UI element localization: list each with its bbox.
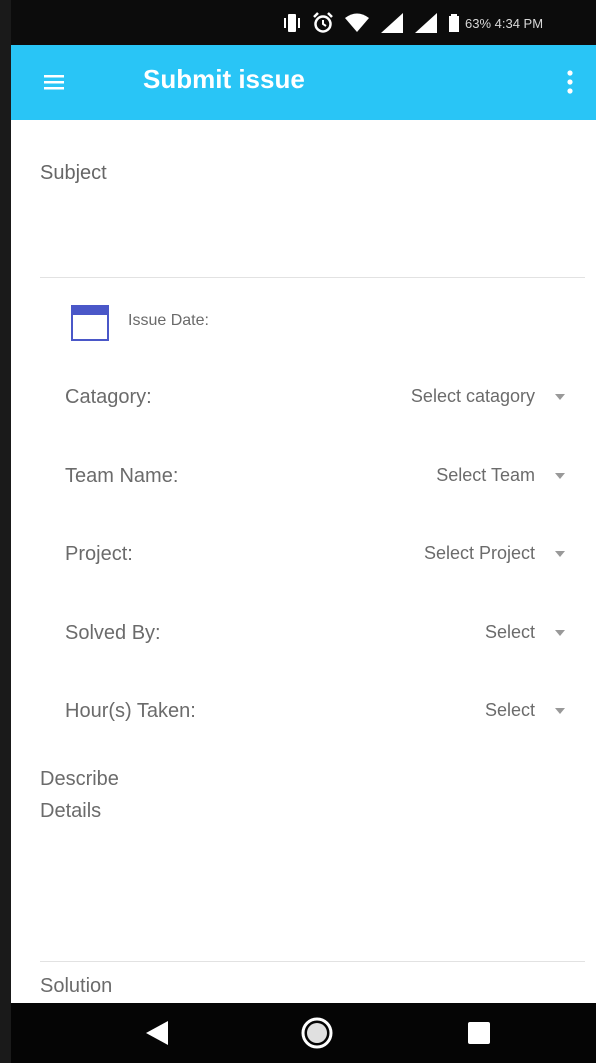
battery-icon [449, 14, 459, 32]
back-icon[interactable] [144, 1020, 170, 1046]
describe-label-line2: Details [40, 800, 102, 822]
solved-by-label: Solved By: [65, 622, 161, 644]
calendar-icon[interactable] [70, 304, 110, 342]
divider [40, 277, 585, 278]
team-select[interactable]: Select Team [345, 457, 585, 497]
category-label: Catagory: [65, 386, 152, 408]
battery-time-text: 63% 4:34 PM [465, 15, 544, 31]
more-vert-icon[interactable] [563, 69, 577, 95]
issue-form: Subject Issue Date: Catagory: Select cat… [11, 120, 596, 1003]
describe-details-field[interactable]: Describe Details [40, 763, 119, 827]
chevron-down-icon [555, 473, 565, 479]
project-select-value: Select Project [423, 543, 535, 563]
chevron-down-icon [555, 394, 565, 400]
home-icon[interactable] [300, 1016, 334, 1050]
alarm-icon [313, 12, 333, 33]
describe-label-line1: Describe [40, 768, 119, 790]
hours-taken-row: Hour(s) Taken: Select [40, 692, 585, 732]
recents-icon[interactable] [468, 1022, 490, 1044]
wifi-icon [345, 13, 369, 32]
solved-by-row: Solved By: Select [40, 614, 585, 654]
signal-icon [381, 13, 403, 33]
solved-by-select[interactable]: Select [345, 614, 585, 654]
hours-taken-select-value: Select [484, 700, 535, 720]
vibrate-icon [284, 14, 300, 32]
signal-icon [415, 13, 437, 33]
chevron-down-icon [555, 551, 565, 557]
divider [40, 961, 585, 962]
team-label: Team Name: [65, 465, 179, 487]
solution-field[interactable]: Solution [40, 975, 112, 998]
hours-taken-label: Hour(s) Taken: [65, 700, 196, 722]
project-label: Project: [65, 543, 133, 565]
chevron-down-icon [555, 708, 565, 714]
hours-taken-select[interactable]: Select [345, 692, 585, 732]
category-row: Catagory: Select catagory [40, 378, 585, 418]
category-select[interactable]: Select catagory [345, 378, 585, 418]
solved-by-select-value: Select [484, 622, 535, 642]
page-title: Submit issue [143, 64, 305, 94]
team-row: Team Name: Select Team [40, 457, 585, 497]
status-icons: 63% 4:34 PM [283, 10, 543, 36]
status-bar: 63% 4:34 PM [11, 0, 596, 45]
project-row: Project: Select Project [40, 535, 585, 575]
app-bar: Submit issue [11, 45, 596, 120]
hamburger-menu-icon[interactable] [43, 71, 65, 93]
project-select[interactable]: Select Project [345, 535, 585, 575]
navigation-bar [11, 1003, 596, 1063]
issue-date-label: Issue Date: [128, 312, 209, 329]
device-bezel [0, 0, 11, 1063]
team-select-value: Select Team [436, 465, 535, 485]
category-select-value: Select catagory [410, 386, 535, 406]
chevron-down-icon [555, 630, 565, 636]
app-screen: 63% 4:34 PM Submit issue Subject Issue D… [0, 0, 596, 1063]
subject-field[interactable]: Subject [40, 162, 107, 185]
